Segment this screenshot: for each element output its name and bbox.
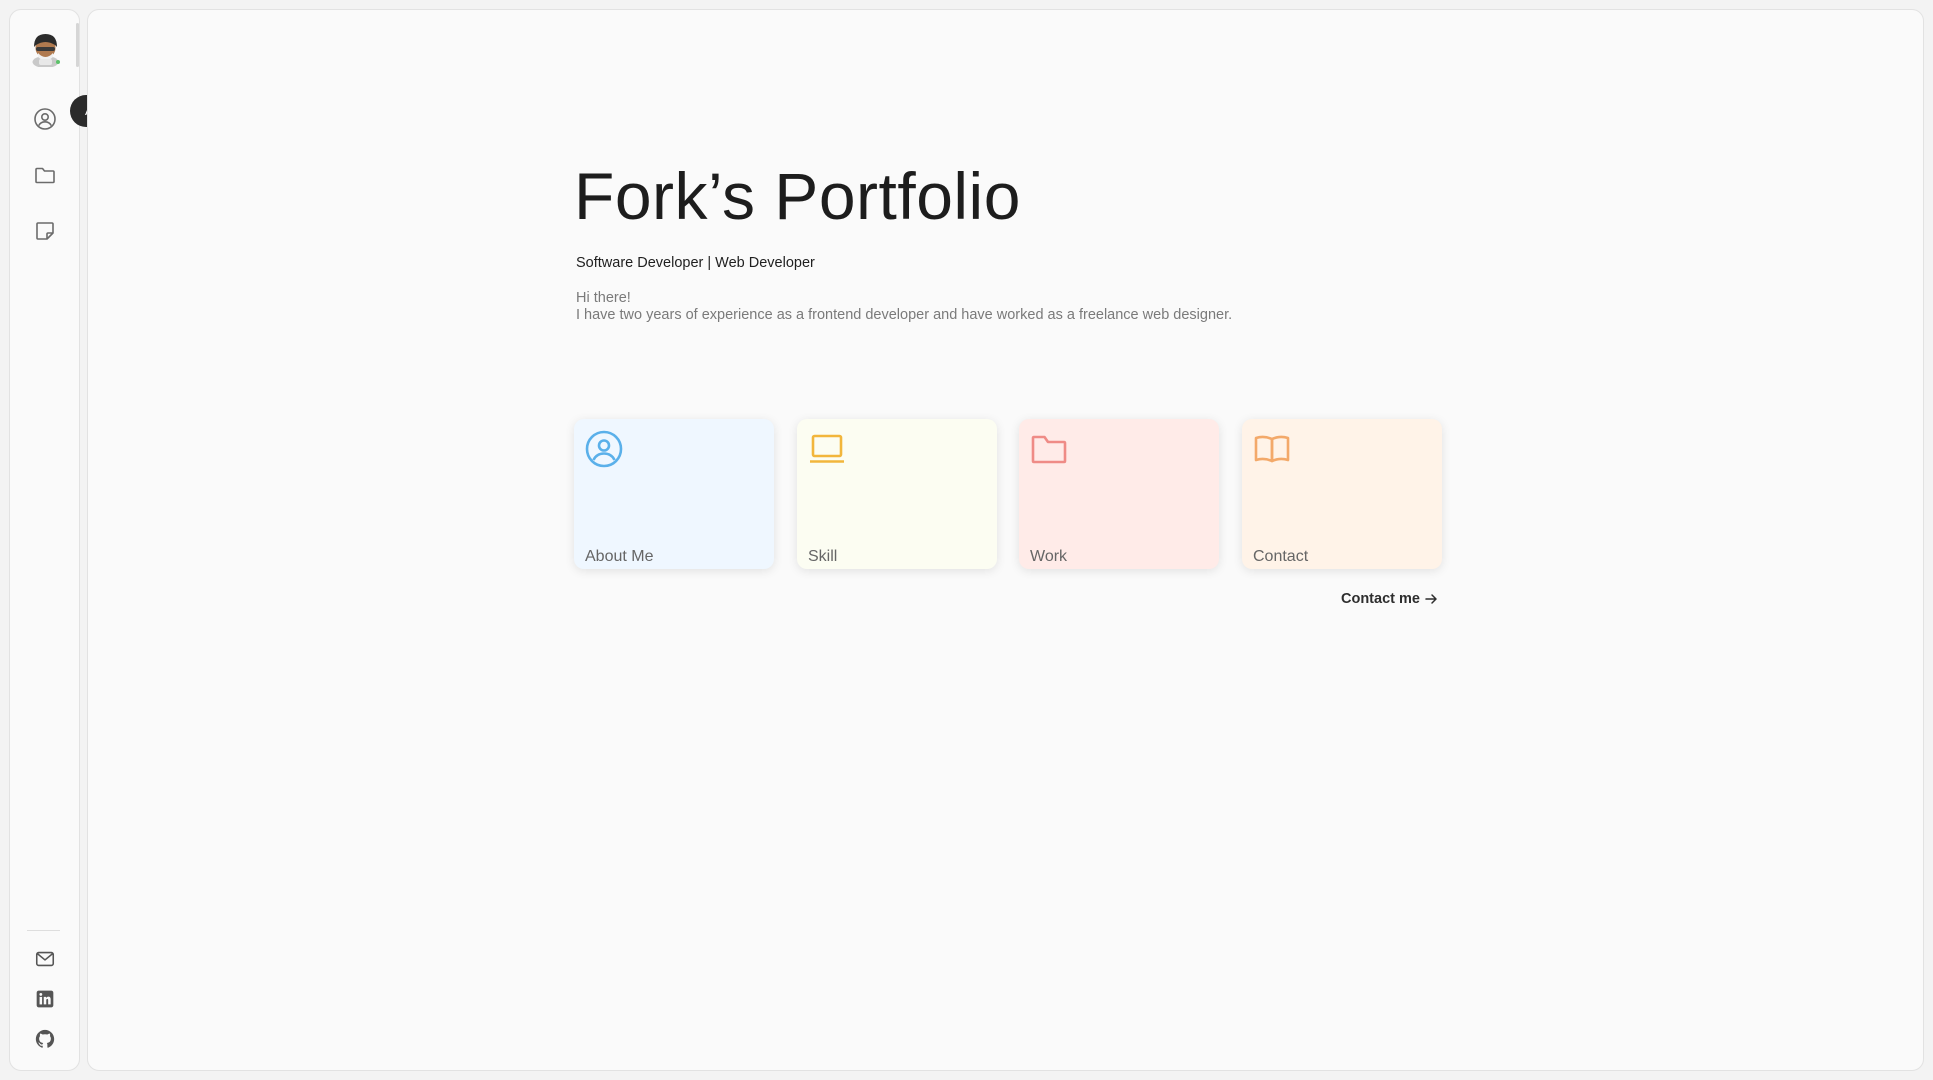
card-about-me[interactable]: About Me bbox=[574, 419, 774, 569]
linkedin-link[interactable] bbox=[30, 984, 60, 1014]
sidebar-item-work[interactable] bbox=[30, 160, 60, 190]
sidebar bbox=[9, 9, 80, 1071]
card-label: About Me bbox=[585, 548, 654, 565]
user-circle-icon bbox=[585, 430, 623, 468]
user-circle-icon bbox=[34, 108, 56, 130]
card-label: Contact bbox=[1253, 548, 1309, 565]
book-open-icon bbox=[1254, 435, 1290, 463]
scroll-indicator[interactable] bbox=[76, 23, 79, 67]
card-label: Work bbox=[1030, 548, 1068, 565]
linkedin-icon bbox=[36, 990, 54, 1008]
contact-me-link[interactable]: Contact me bbox=[1341, 591, 1438, 607]
main-panel: Fork’s Portfolio Software Developer | We… bbox=[87, 9, 1924, 1071]
card-work[interactable]: Work bbox=[1019, 419, 1219, 569]
card-skill[interactable]: Skill bbox=[797, 419, 997, 569]
intro-line-1: Hi there! bbox=[576, 290, 631, 306]
note-icon bbox=[36, 222, 54, 240]
mail-link[interactable] bbox=[30, 944, 60, 974]
sidebar-item-about-me[interactable] bbox=[30, 104, 60, 134]
github-link[interactable] bbox=[30, 1024, 60, 1054]
intro-line-2: I have two years of experience as a fron… bbox=[576, 307, 1233, 323]
card-label: Skill bbox=[808, 548, 838, 565]
folder-icon bbox=[1031, 435, 1067, 464]
laptop-icon bbox=[810, 434, 844, 463]
github-icon bbox=[35, 1029, 55, 1048]
sidebar-divider bbox=[27, 930, 60, 931]
arrow-right-icon bbox=[1425, 594, 1437, 604]
card-contact[interactable]: Contact bbox=[1242, 419, 1442, 569]
avatar[interactable] bbox=[29, 31, 62, 68]
contact-me-label: Contact me bbox=[1341, 591, 1420, 607]
subtitle: Software Developer | Web Developer bbox=[576, 255, 815, 271]
intro-text: Hi there! I have two years of experience… bbox=[576, 290, 1232, 324]
folder-icon bbox=[35, 167, 55, 184]
sidebar-item-notes[interactable] bbox=[30, 216, 60, 246]
mail-icon bbox=[35, 951, 55, 967]
page-title: Fork’s Portfolio bbox=[574, 159, 1021, 233]
